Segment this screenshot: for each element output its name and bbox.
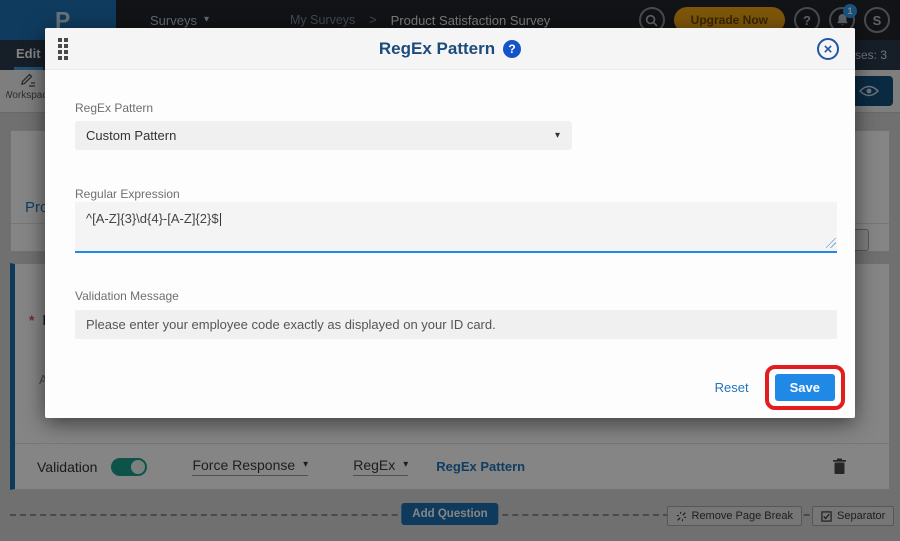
- save-annotation-highlight: Save: [764, 365, 845, 410]
- regex-value: ^[A-Z]{3}\d{4}-[A-Z]{2}$: [86, 211, 219, 226]
- pattern-select-value: Custom Pattern: [86, 128, 177, 143]
- pattern-select[interactable]: Custom Pattern ▾: [75, 121, 572, 150]
- modal-title-wrap: RegEx Pattern ?: [45, 28, 855, 70]
- reset-button[interactable]: Reset: [715, 380, 749, 395]
- modal-footer: Reset Save: [715, 365, 845, 410]
- resize-grip-icon[interactable]: [826, 238, 836, 248]
- validation-message-input[interactable]: Please enter your employee code exactly …: [75, 310, 837, 339]
- regex-textarea[interactable]: ^[A-Z]{3}\d{4}-[A-Z]{2}$: [75, 202, 837, 253]
- message-field-label: Validation Message: [75, 289, 179, 303]
- close-icon[interactable]: ×: [817, 38, 839, 60]
- regex-pattern-modal: RegEx Pattern ? × RegEx Pattern Custom P…: [45, 28, 855, 418]
- modal-help-icon[interactable]: ?: [503, 40, 522, 58]
- validation-message-value: Please enter your employee code exactly …: [86, 317, 496, 332]
- app-screen: P Surveys ▾ My Surveys > Product Satisfa…: [0, 0, 900, 541]
- save-button[interactable]: Save: [774, 374, 835, 401]
- chevron-down-icon: ▾: [554, 129, 560, 141]
- pattern-field-label: RegEx Pattern: [75, 101, 154, 115]
- regex-field-label: Regular Expression: [75, 187, 180, 201]
- modal-title: RegEx Pattern: [378, 39, 496, 58]
- modal-header: RegEx Pattern ? ×: [45, 28, 855, 70]
- text-cursor: [219, 213, 221, 226]
